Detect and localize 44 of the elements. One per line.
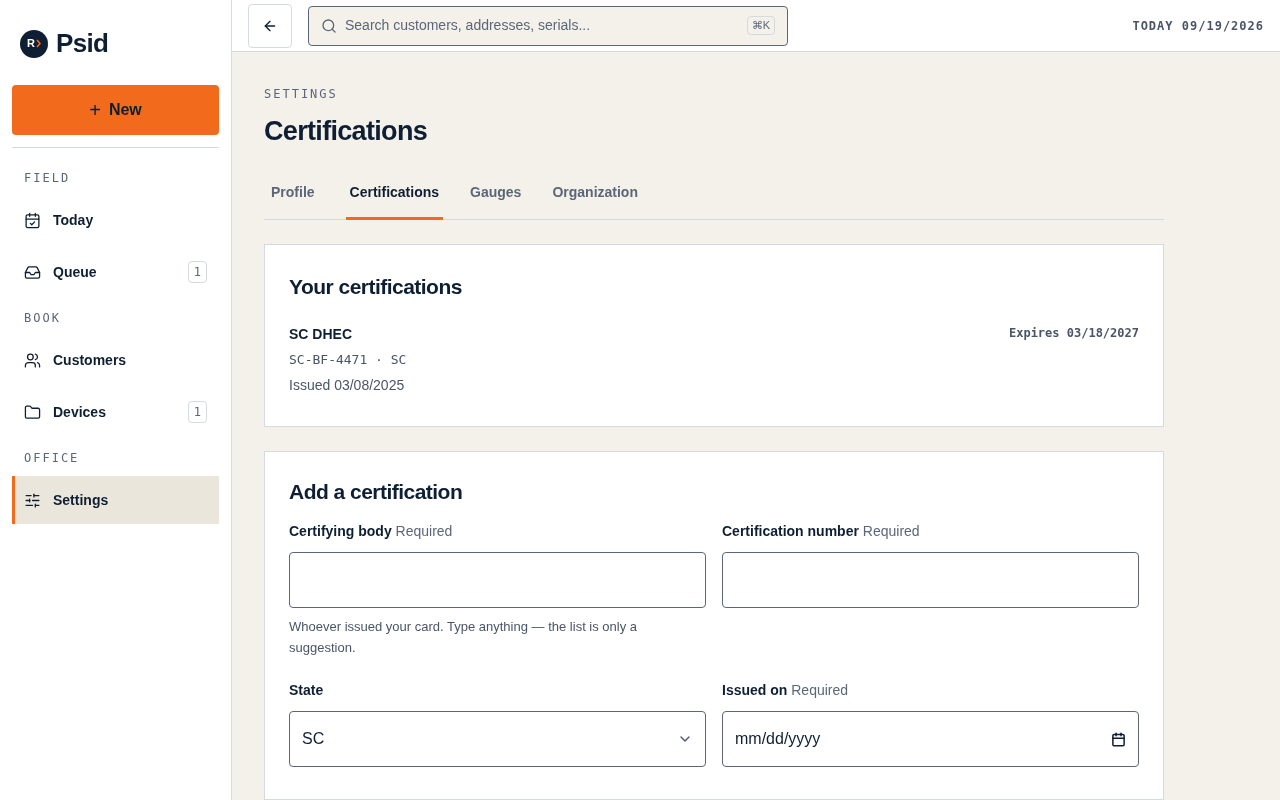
nav-item[interactable]: Devices 1 — [12, 388, 219, 436]
section-heading: OFFICE — [23, 450, 81, 467]
shortcut-hint: ⌘K — [746, 16, 775, 35]
help-text: Whoever issued your card. Type anything — the list is only a suggestion. — [289, 618, 639, 657]
nav-item[interactable]: Queue 1 — [12, 248, 219, 296]
folder-icon — [24, 403, 41, 421]
nav-item[interactable]: Customers — [12, 336, 219, 384]
search-icon — [321, 17, 337, 34]
calendar-icon — [1111, 731, 1126, 747]
nav-item[interactable]: Settings — [12, 476, 219, 524]
certification-body: SC DHEC — [289, 325, 353, 344]
nav-item[interactable]: Today — [12, 196, 219, 244]
count-badge: 1 — [187, 401, 207, 423]
card-title: Your certifications — [289, 273, 463, 300]
field-label: State — [289, 681, 325, 700]
settings-icon — [24, 491, 41, 509]
today-date: TODAY 09/19/2026 — [1132, 17, 1264, 35]
search-field[interactable]: Search customers, addresses, serials... ⌘K — [308, 5, 788, 46]
count-badge: 1 — [187, 261, 207, 283]
tab[interactable]: Gauges — [466, 181, 526, 220]
text-field[interactable] — [289, 552, 706, 608]
inbox-icon — [24, 263, 41, 281]
brand-name: Psid — [56, 27, 109, 60]
field-label: Certification number Required — [722, 522, 921, 541]
people-icon — [24, 351, 41, 369]
page-eyebrow: SETTINGS — [264, 86, 339, 103]
logo-icon: R — [20, 29, 48, 58]
field-label: Certifying body Required — [289, 522, 454, 541]
page-title: Certifications — [264, 115, 429, 148]
text-field[interactable] — [722, 552, 1139, 608]
tab[interactable]: Profile — [267, 181, 319, 220]
state-select[interactable]: SC — [289, 711, 706, 767]
tab[interactable]: Certifications — [345, 181, 444, 220]
calendar-icon — [24, 211, 41, 229]
section-heading: BOOK — [23, 310, 62, 327]
field-label: Issued on Required — [722, 681, 850, 700]
date-field[interactable]: mm/dd/yyyy — [722, 711, 1139, 767]
section-heading: FIELD — [23, 170, 72, 187]
certification-number: SC-BF-4471 · SC — [289, 351, 407, 369]
new-button[interactable]: + New — [12, 85, 219, 135]
expiry-date: Expires 03/18/2027 — [1008, 325, 1139, 342]
issued-date: Issued 03/08/2025 — [289, 375, 406, 395]
card-title: Add a certification — [289, 478, 464, 505]
tab[interactable]: Organization — [548, 181, 642, 220]
